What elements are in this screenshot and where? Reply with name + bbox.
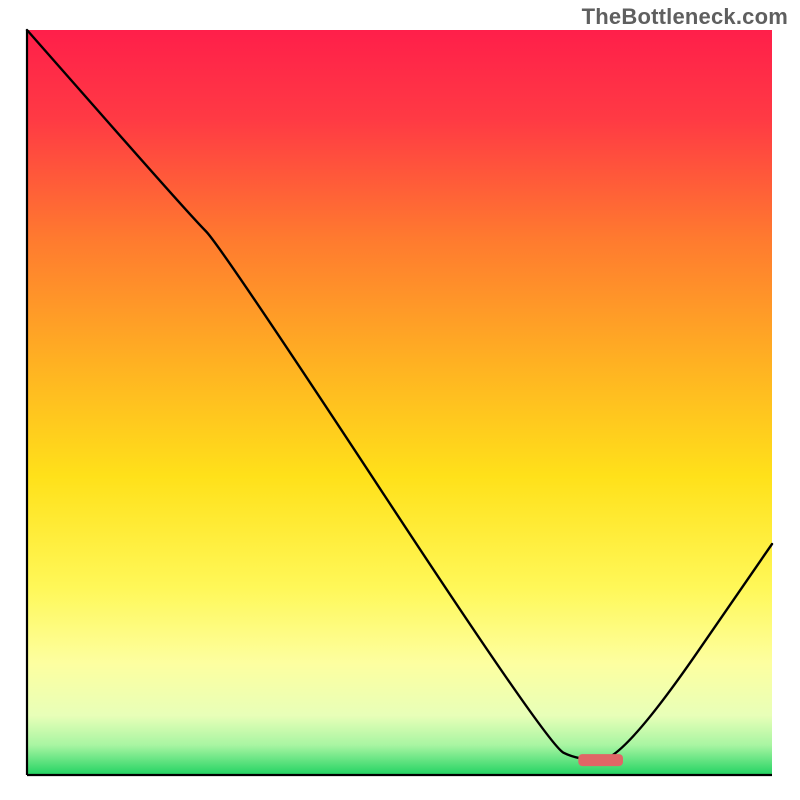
watermark: TheBottleneck.com [582, 4, 788, 30]
optimum-marker [578, 754, 623, 766]
bottleneck-chart [0, 0, 800, 800]
chart-container: TheBottleneck.com [0, 0, 800, 800]
plot-background [27, 30, 772, 775]
